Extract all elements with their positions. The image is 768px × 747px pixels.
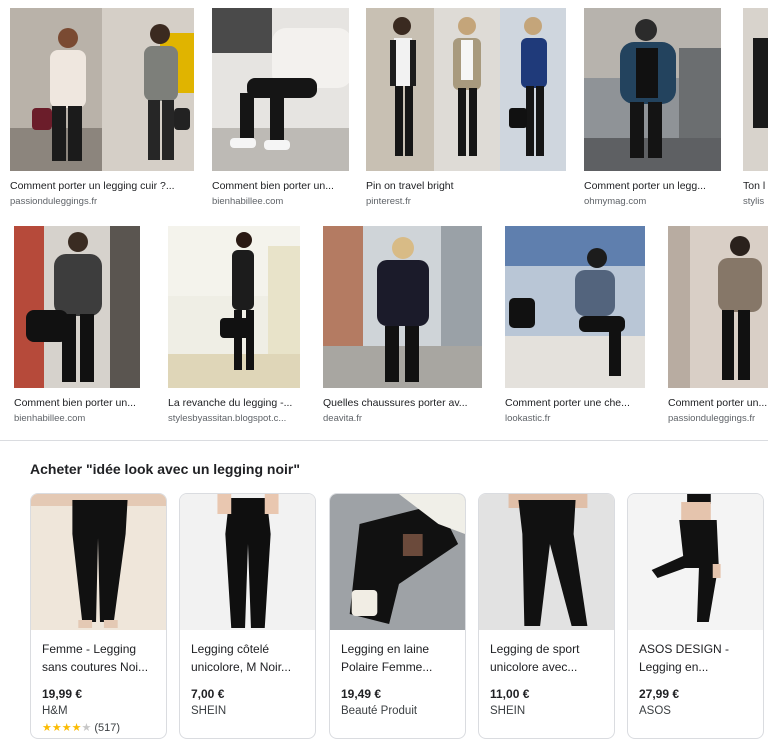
shopping-results-panel: Acheter "idée look avec un legging noir"… (0, 440, 768, 747)
image-result[interactable]: Comment bien porter un... bienhabillee.c… (14, 226, 140, 425)
product-store: SHEIN (490, 705, 526, 717)
image-thumbnail[interactable] (505, 226, 645, 388)
product-store: ASOS (639, 705, 671, 717)
product-image[interactable] (180, 494, 315, 630)
product-card[interactable]: Legging en laine Polaire Femme... 19,49 … (329, 493, 466, 739)
image-results-row-2: Comment bien porter un... bienhabillee.c… (0, 0, 768, 440)
product-store: Beauté Produit (341, 705, 418, 717)
image-result[interactable]: Comment porter une che... lookastic.fr (505, 226, 645, 425)
image-result[interactable]: La revanche du legging -... stylesbyassi… (168, 226, 300, 425)
shopping-title: Acheter "idée look avec un legging noir" (30, 461, 300, 477)
product-name[interactable]: Femme - Legging sans coutures Noi... (42, 640, 155, 676)
image-result[interactable]: Quelles chaussures porter av... deavita.… (323, 226, 482, 425)
product-price: 11,00 € (490, 687, 530, 701)
product-card[interactable]: ASOS DESIGN - Legging en... 27,99 € ASOS (627, 493, 764, 739)
image-caption[interactable]: Comment porter un... (668, 397, 768, 410)
product-price: 19,49 € (341, 687, 382, 701)
image-source: stylesbyassitan.blogspot.c... (168, 413, 287, 424)
product-store: H&M (42, 705, 68, 717)
product-name[interactable]: ASOS DESIGN - Legging en... (639, 640, 752, 676)
product-price: 27,99 € (639, 687, 680, 701)
product-card[interactable]: Femme - Legging sans coutures Noi... 19,… (30, 493, 167, 739)
image-caption[interactable]: Comment bien porter un... (14, 397, 140, 410)
image-thumbnail[interactable] (14, 226, 140, 388)
image-caption[interactable]: La revanche du legging -... (168, 397, 300, 410)
product-rating: ★★★★★ (517) (42, 721, 155, 734)
product-store: SHEIN (191, 705, 227, 717)
product-price: 19,99 € (42, 687, 83, 701)
product-image[interactable] (330, 494, 465, 630)
rating-stars-icon: ★★★★★ (42, 722, 92, 734)
rating-count: (517) (94, 722, 121, 734)
product-name[interactable]: Legging côtelé unicolore, M Noir... (191, 640, 304, 676)
image-source: passionduleggings.fr (668, 413, 756, 424)
product-name[interactable]: Legging en laine Polaire Femme... (341, 640, 454, 676)
product-image[interactable] (479, 494, 614, 630)
product-price: 7,00 € (191, 687, 225, 701)
product-image[interactable] (31, 494, 166, 630)
image-thumbnail[interactable] (168, 226, 300, 388)
image-source: deavita.fr (323, 413, 363, 424)
product-name[interactable]: Legging de sport unicolore avec... (490, 640, 603, 676)
image-source: lookastic.fr (505, 413, 551, 424)
image-thumbnail[interactable] (323, 226, 482, 388)
product-card[interactable]: Legging de sport unicolore avec... 11,00… (478, 493, 615, 739)
product-card[interactable]: Legging côtelé unicolore, M Noir... 7,00… (179, 493, 316, 739)
image-caption[interactable]: Comment porter une che... (505, 397, 645, 410)
product-image[interactable] (628, 494, 763, 630)
image-thumbnail[interactable] (668, 226, 768, 388)
image-source: bienhabillee.com (14, 413, 86, 424)
image-caption[interactable]: Quelles chaussures porter av... (323, 397, 482, 410)
image-result[interactable]: Comment porter un... passionduleggings.f… (668, 226, 768, 425)
